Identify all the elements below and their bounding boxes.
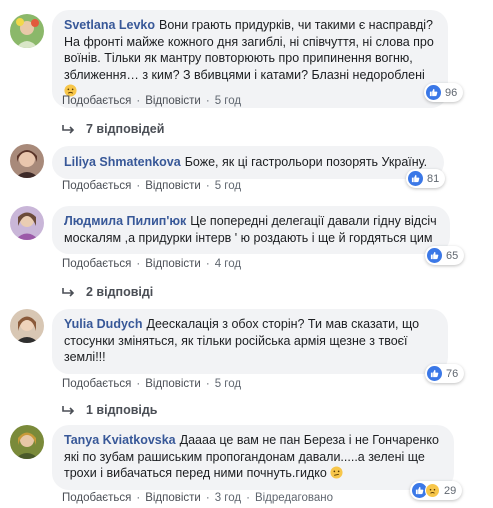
edited-label: Відредаговано bbox=[254, 492, 333, 504]
separator-dot: · bbox=[136, 378, 141, 390]
like-link[interactable]: Подобається bbox=[62, 258, 131, 270]
avatar[interactable] bbox=[10, 309, 44, 343]
comment-actions: Подобається · Відповісти · 3 год · Відредаг… bbox=[62, 492, 333, 504]
reply-link[interactable]: Відповісти bbox=[145, 180, 201, 192]
view-replies-link[interactable]: 1 відповідь bbox=[62, 403, 157, 417]
comment-bubble: Tanya Kviatkovska Даааа це вам не пан Бер… bbox=[52, 425, 454, 490]
like-icon bbox=[427, 248, 442, 263]
reply-link[interactable]: Відповісти bbox=[145, 95, 201, 107]
reply-arrow-icon bbox=[62, 288, 75, 297]
reply-arrow-icon bbox=[62, 406, 75, 415]
reaction-count: 76 bbox=[446, 367, 459, 380]
reaction-count: 96 bbox=[445, 86, 458, 99]
replies-count: 7 відповідей bbox=[86, 122, 165, 136]
comment-time[interactable]: 5 год bbox=[215, 378, 241, 390]
reaction-count: 81 bbox=[427, 172, 440, 185]
replies-count: 1 відповідь bbox=[86, 403, 158, 417]
comment-author[interactable]: Tanya Kviatkovska bbox=[64, 433, 176, 447]
separator-dot: · bbox=[205, 95, 210, 107]
comment-bubble: Yulia Dudych Деескалація з обох сторін? Т… bbox=[52, 309, 448, 374]
comment-author[interactable]: Yulia Dudych bbox=[64, 317, 143, 331]
avatar[interactable] bbox=[10, 14, 44, 48]
like-icon bbox=[408, 171, 423, 186]
comment-actions: Подобається · Відповісти · 5 год bbox=[62, 95, 241, 107]
comment-time[interactable]: 5 год bbox=[215, 180, 241, 192]
separator-dot: · bbox=[205, 492, 210, 504]
comment-bubble: Людмила Пилип'юк Це попередні делегації д… bbox=[52, 206, 450, 254]
avatar[interactable] bbox=[10, 425, 44, 459]
view-replies-link[interactable]: 2 відповіді bbox=[62, 285, 153, 299]
like-link[interactable]: Подобається bbox=[62, 378, 131, 390]
separator-dot: · bbox=[136, 258, 141, 270]
comment-actions: Подобається · Відповісти · 4 год bbox=[62, 258, 241, 270]
reaction-summary[interactable]: 81 bbox=[406, 169, 446, 188]
view-replies-link[interactable]: 7 відповідей bbox=[62, 122, 164, 136]
comment-author[interactable]: Людмила Пилип'юк bbox=[64, 214, 186, 228]
like-icon bbox=[426, 85, 441, 100]
reaction-summary[interactable]: 96 bbox=[424, 83, 464, 102]
comment-time[interactable]: 5 год bbox=[215, 95, 241, 107]
like-link[interactable]: Подобається bbox=[62, 492, 131, 504]
sad-reaction-icon bbox=[425, 483, 440, 498]
reaction-summary[interactable]: 29 bbox=[410, 481, 463, 500]
comment-bubble: Liliya Shmatenkova Боже, як ці гастрольор… bbox=[52, 146, 444, 179]
comment-actions: Подобається · Відповісти · 5 год bbox=[62, 180, 241, 192]
separator-dot: · bbox=[246, 492, 250, 504]
separator-dot: · bbox=[205, 180, 210, 192]
reaction-count: 65 bbox=[446, 249, 459, 262]
reply-link[interactable]: Відповісти bbox=[145, 492, 201, 504]
reaction-count: 29 bbox=[444, 484, 457, 497]
reaction-summary[interactable]: 76 bbox=[425, 364, 465, 383]
confused-face-icon bbox=[330, 466, 343, 479]
comment-time[interactable]: 4 год bbox=[215, 258, 241, 270]
like-link[interactable]: Подобається bbox=[62, 95, 131, 107]
comment-author[interactable]: Liliya Shmatenkova bbox=[64, 155, 181, 169]
comment-time[interactable]: 3 год bbox=[215, 492, 241, 504]
replies-count: 2 відповіді bbox=[86, 285, 154, 299]
reply-link[interactable]: Відповісти bbox=[145, 258, 201, 270]
reaction-summary[interactable]: 65 bbox=[425, 246, 465, 265]
comment-actions: Подобається · Відповісти · 5 год bbox=[62, 378, 241, 390]
separator-dot: · bbox=[136, 180, 141, 192]
comment-text: Боже, як ці гастрольори позорять Україну… bbox=[184, 155, 428, 169]
avatar[interactable] bbox=[10, 144, 44, 178]
comment-bubble: Svetlana Levko Вони грають придурків, чи … bbox=[52, 10, 448, 108]
separator-dot: · bbox=[136, 95, 141, 107]
comment-author[interactable]: Svetlana Levko bbox=[64, 18, 155, 32]
like-icon bbox=[427, 366, 442, 381]
reply-link[interactable]: Відповісти bbox=[145, 378, 201, 390]
separator-dot: · bbox=[205, 258, 210, 270]
reply-arrow-icon bbox=[62, 125, 75, 134]
separator-dot: · bbox=[205, 378, 210, 390]
separator-dot: · bbox=[136, 492, 141, 504]
avatar[interactable] bbox=[10, 206, 44, 240]
like-link[interactable]: Подобається bbox=[62, 180, 131, 192]
